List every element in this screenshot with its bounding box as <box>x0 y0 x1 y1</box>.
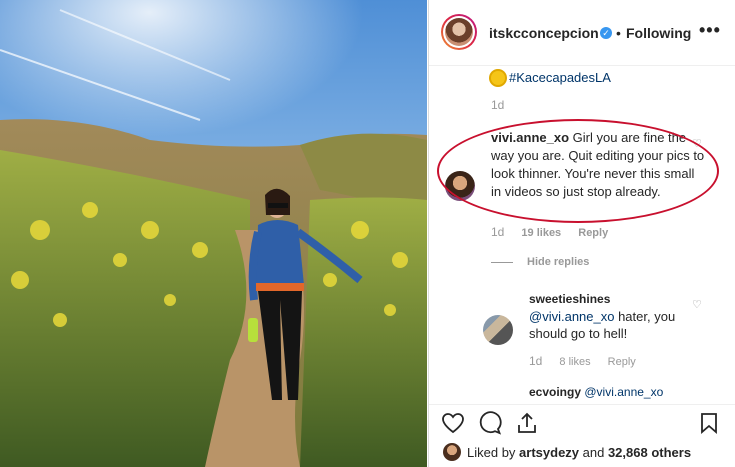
comment-icon[interactable] <box>478 411 502 435</box>
post-side-panel: itskcconcepcion ✓ • Following ••• #Kacec… <box>428 0 735 467</box>
partial-reply-username[interactable]: ecvoingy <box>529 385 581 399</box>
reply-mention[interactable]: @vivi.anne_xo <box>529 309 614 324</box>
liked-by-row: Liked by artsydezy and 32,868 others <box>443 443 691 461</box>
heart-icon[interactable]: ♡ <box>692 298 702 311</box>
hide-replies-label: Hide replies <box>527 256 590 268</box>
heart-icon[interactable]: ♡ <box>692 137 704 150</box>
partial-reply: ecvoingy @vivi.anne_xo <box>529 384 663 401</box>
bookmark-icon[interactable] <box>697 411 721 435</box>
reply-meta: 1d 8 likes Reply <box>529 354 636 368</box>
liked-by-text: Liked by artsydezy and 32,868 others <box>467 445 691 460</box>
partial-reply-mention[interactable]: @vivi.anne_xo <box>584 385 663 399</box>
reply-reply-button[interactable]: Reply <box>608 356 636 368</box>
comment-username[interactable]: vivi.anne_xo <box>491 130 569 145</box>
liked-by-prefix: Liked by <box>467 444 520 460</box>
reply-body: sweetieshines @vivi.anne_xo hater, you s… <box>529 291 689 342</box>
reply-username[interactable]: sweetieshines <box>529 291 689 308</box>
comment-likes[interactable]: 19 likes <box>521 227 561 239</box>
sun-emoji-icon <box>491 70 505 85</box>
reply-avatar[interactable] <box>483 315 513 345</box>
commenter-avatar[interactable] <box>445 171 475 201</box>
reply-timestamp[interactable]: 1d <box>529 354 542 368</box>
liked-by-user[interactable]: artsydezy <box>519 445 579 460</box>
caption-hashtag-row: #KacecapadesLA <box>491 70 611 85</box>
reply-button[interactable]: Reply <box>578 227 608 239</box>
hide-replies-line <box>491 261 513 263</box>
liked-by-middle: and <box>579 444 608 460</box>
author-username[interactable]: itskcconcepcion <box>489 25 599 41</box>
header-separator: • <box>616 25 621 41</box>
following-button[interactable]: Following <box>626 25 691 41</box>
comment-timestamp[interactable]: 1d <box>491 225 504 239</box>
verified-badge-icon: ✓ <box>600 27 612 39</box>
post-actions: Liked by artsydezy and 32,868 others <box>429 404 735 467</box>
post-photo <box>0 0 427 467</box>
more-options-button[interactable]: ••• <box>699 20 721 41</box>
comments-list[interactable]: #KacecapadesLA 1d vivi.anne_xo Girl you … <box>429 66 735 404</box>
comment-meta: 1d 19 likes Reply <box>491 225 608 239</box>
post-header: itskcconcepcion ✓ • Following ••• <box>429 0 735 66</box>
caption-timestamp[interactable]: 1d <box>491 98 504 112</box>
comment-body: vivi.anne_xo Girl you are fine the way y… <box>491 129 705 201</box>
author-avatar[interactable] <box>441 14 477 50</box>
hashtag-link[interactable]: #KacecapadesLA <box>509 70 611 85</box>
liker-avatar[interactable] <box>443 443 461 461</box>
hide-replies-button[interactable]: Hide replies <box>491 256 589 268</box>
share-icon[interactable] <box>515 411 539 435</box>
heart-icon[interactable] <box>441 411 465 435</box>
liked-by-count[interactable]: 32,868 others <box>608 445 691 460</box>
reply-likes[interactable]: 8 likes <box>559 356 590 368</box>
